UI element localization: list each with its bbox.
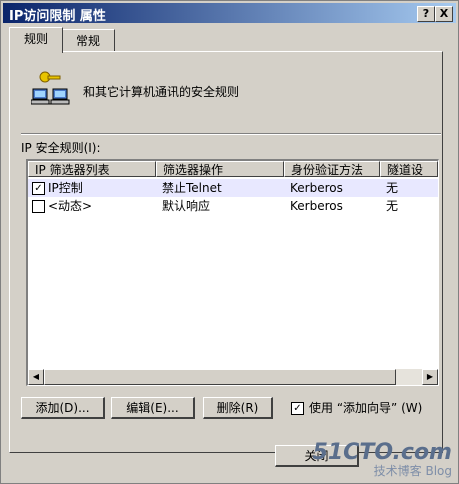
cell-tunnel: 无 xyxy=(386,181,399,195)
tab-rules[interactable]: 规则 xyxy=(9,27,63,53)
column-filter-action[interactable]: 筛选器操作 xyxy=(156,161,284,177)
wizard-checkbox[interactable]: ✓ xyxy=(291,402,304,415)
add-button[interactable]: 添加(D)... xyxy=(21,397,105,419)
help-button[interactable]: ? xyxy=(417,6,435,22)
column-filter-list[interactable]: IP 筛选器列表 xyxy=(28,161,156,177)
properties-dialog: IP访问限制 属性 ? X 规则 常规 和其它计算机通讯的安全规则 IP 安全规… xyxy=(0,0,459,484)
network-computers-icon xyxy=(31,71,70,105)
rule-checkbox[interactable] xyxy=(32,200,45,213)
edit-button[interactable]: 编辑(E)... xyxy=(111,397,195,419)
wizard-label: 使用 “添加向导” (W) xyxy=(309,401,423,415)
separator xyxy=(21,133,441,135)
column-auth-method[interactable]: 身份验证方法 xyxy=(284,161,380,177)
header-description: 和其它计算机通讯的安全规则 xyxy=(83,85,240,99)
table-row[interactable]: <动态> 默认响应 Kerberos 无 xyxy=(28,197,438,215)
rule-checkbox[interactable]: ✓ xyxy=(32,182,45,195)
title-bar: IP访问限制 属性 ? X xyxy=(3,3,456,24)
cell-filter-action: 禁止Telnet xyxy=(162,181,222,195)
table-row[interactable]: ✓ IP控制 禁止Telnet Kerberos 无 xyxy=(28,179,438,197)
cell-tunnel: 无 xyxy=(386,199,399,213)
rules-listview[interactable]: IP 筛选器列表 筛选器操作 身份验证方法 隧道设 ✓ IP控制 禁止Telne… xyxy=(26,159,439,386)
cell-filter-list: <动态> xyxy=(48,199,93,213)
column-tunnel[interactable]: 隧道设 xyxy=(380,161,438,177)
watermark-sub: 技术博客 Blog xyxy=(373,464,452,478)
horizontal-scrollbar[interactable]: ◀ ▶ xyxy=(28,369,438,385)
scroll-right-icon[interactable]: ▶ xyxy=(422,369,438,385)
cell-filter-list: IP控制 xyxy=(48,181,83,195)
remove-button[interactable]: 删除(R) xyxy=(203,397,273,419)
close-window-button[interactable]: X xyxy=(435,6,453,22)
cell-auth-method: Kerberos xyxy=(290,181,343,195)
tab-general[interactable]: 常规 xyxy=(61,29,115,52)
cell-filter-action: 默认响应 xyxy=(162,199,211,213)
window-title: IP访问限制 属性 xyxy=(9,9,106,24)
scroll-left-icon[interactable]: ◀ xyxy=(28,369,44,385)
rules-list-label: IP 安全规则(I): xyxy=(21,141,101,155)
listview-header: IP 筛选器列表 筛选器操作 身份验证方法 隧道设 xyxy=(28,161,438,179)
scroll-thumb[interactable] xyxy=(44,369,396,385)
cell-auth-method: Kerberos xyxy=(290,199,343,213)
